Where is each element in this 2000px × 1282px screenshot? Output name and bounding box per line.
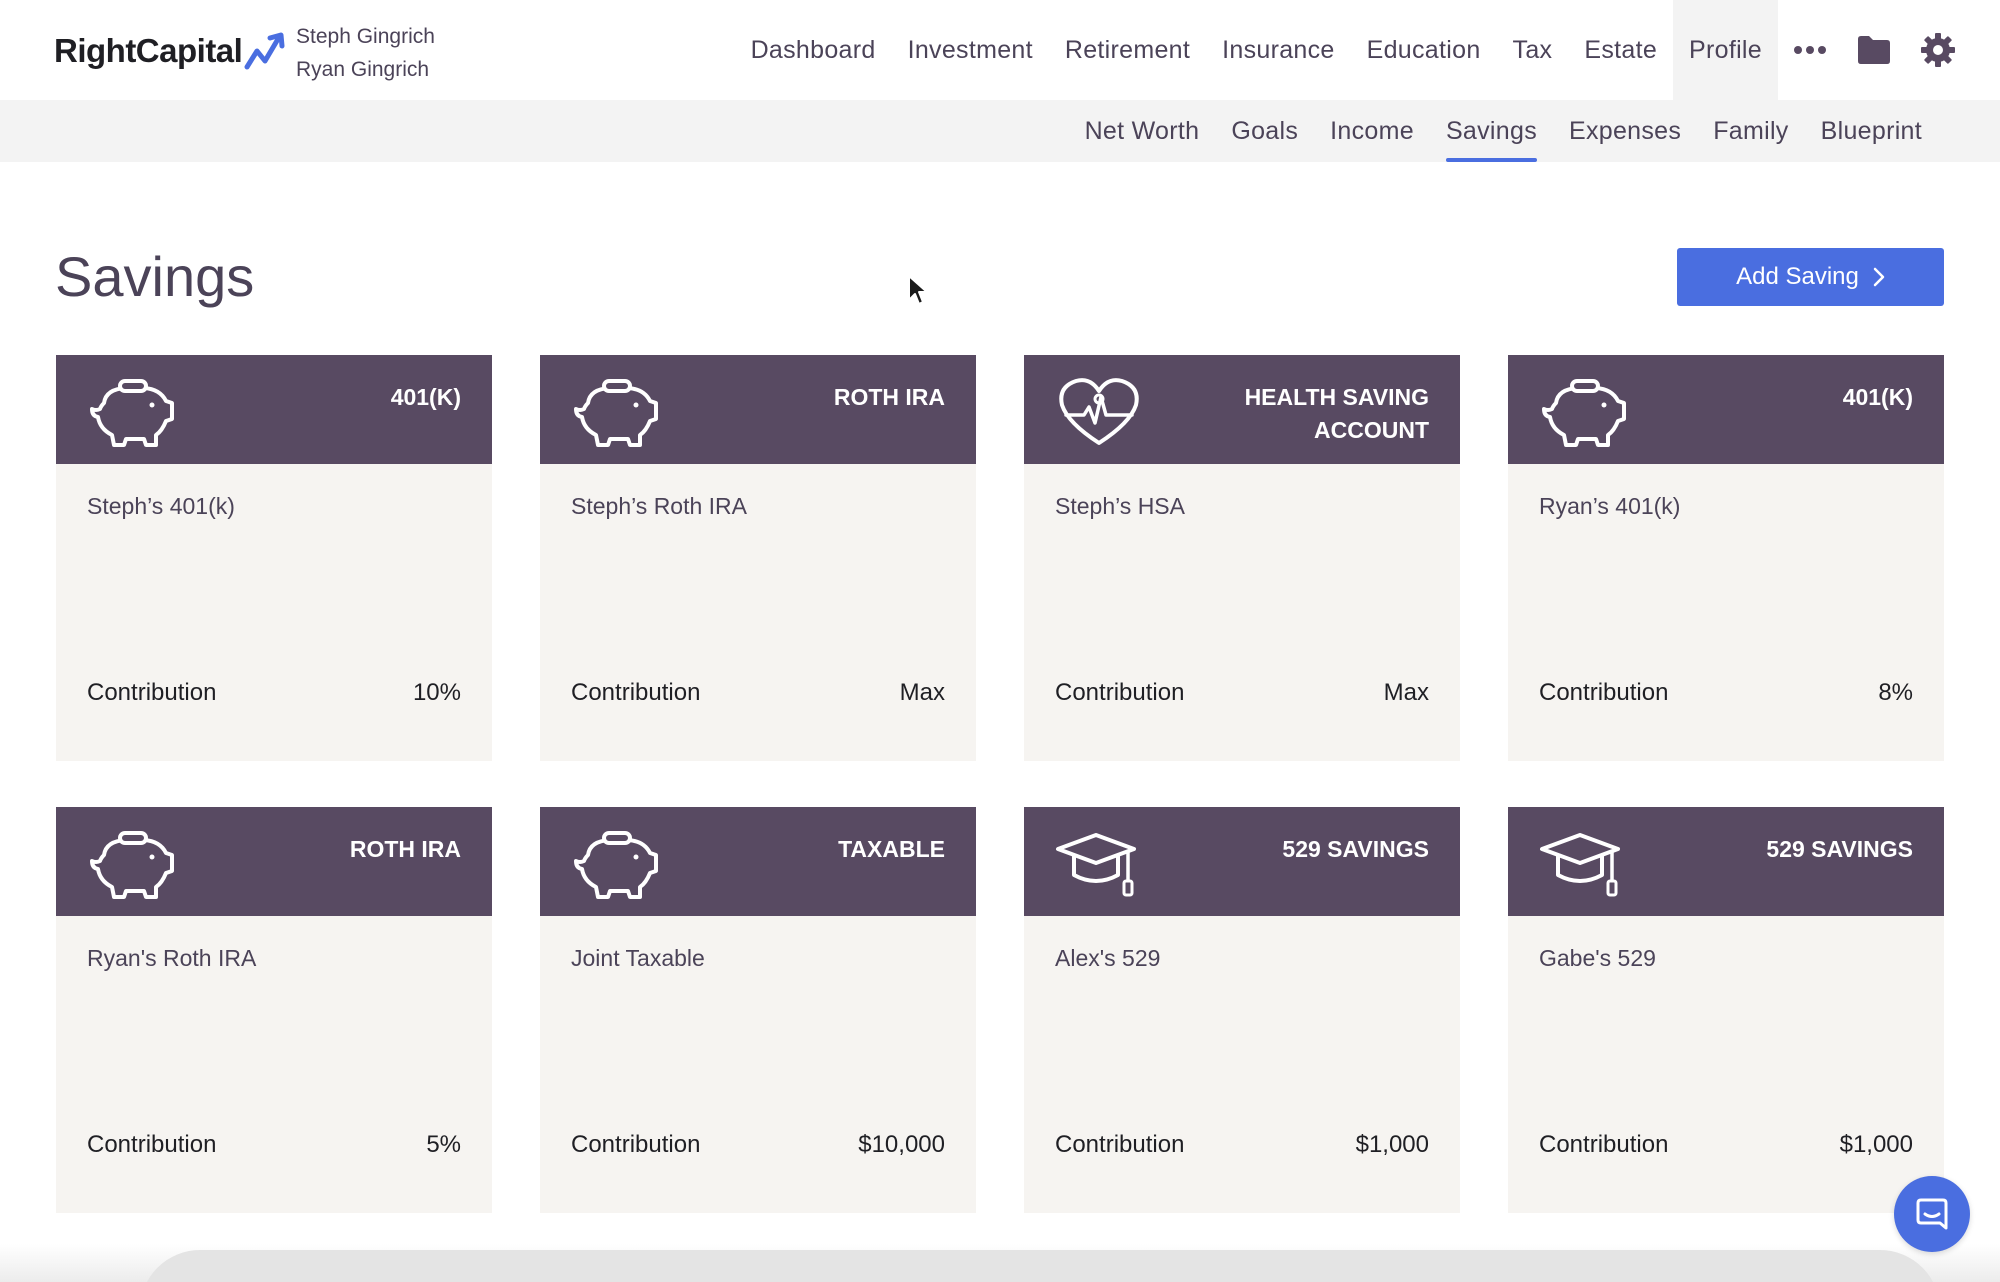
saving-card[interactable]: TAXABLE Joint Taxable Contribution $10,0… [540, 807, 976, 1213]
card-contribution-label: Contribution [571, 679, 701, 706]
piggy-bank-icon [90, 379, 174, 447]
page-title: Savings [55, 245, 255, 308]
sub-nav: Net Worth Goals Income Savings Expenses … [1069, 100, 1938, 162]
card-contribution-label: Contribution [1539, 1131, 1669, 1158]
card-contribution-value: 5% [426, 1131, 461, 1158]
client-name-2: Ryan Gingrich [296, 58, 430, 81]
nav-investment[interactable]: Investment [892, 0, 1049, 100]
card-type: ROTH IRA [349, 836, 461, 862]
chat-icon [1916, 1198, 1948, 1230]
subnav-family[interactable]: Family [1697, 100, 1804, 162]
card-header: ROTH IRA [540, 355, 976, 464]
logo-text: RightCapital [54, 32, 243, 69]
card-type: 401(K) [1842, 384, 1913, 410]
piggy-bank-icon [574, 831, 658, 899]
card-header: ROTH IRA [56, 807, 492, 916]
graduation-cap-icon [1540, 833, 1620, 897]
mouse-cursor-icon [908, 275, 928, 305]
card-account-name: Steph’s HSA [1055, 493, 1185, 519]
card-contribution-value: 10% [412, 679, 461, 706]
nav-dashboard[interactable]: Dashboard [735, 0, 892, 100]
nav-education[interactable]: Education [1351, 0, 1497, 100]
card-contribution-label: Contribution [1055, 1131, 1185, 1158]
card-header: TAXABLE [540, 807, 976, 916]
card-contribution-label: Contribution [1539, 679, 1669, 706]
saving-card[interactable]: 401(K) Ryan’s 401(k) Contribution 8% [1508, 355, 1944, 761]
card-header: HEALTH SAVING ACCOUNT [1024, 355, 1460, 464]
chevron-right-icon [1873, 267, 1885, 287]
piggy-bank-icon [90, 831, 174, 899]
card-account-name: Steph’s 401(k) [87, 493, 235, 519]
card-header: 529 SAVINGS [1024, 807, 1460, 916]
card-contribution-value: $1,000 [1839, 1131, 1913, 1158]
client-name-1: Steph Gingrich [296, 25, 435, 48]
subnav-net-worth[interactable]: Net Worth [1069, 100, 1216, 162]
card-header: 401(K) [56, 355, 492, 464]
chat-launcher-button[interactable] [1894, 1176, 1970, 1252]
card-type: TAXABLE [838, 836, 945, 862]
nav-insurance[interactable]: Insurance [1206, 0, 1351, 100]
card-contribution-value: $10,000 [858, 1131, 945, 1158]
add-saving-button[interactable]: Add Saving [1677, 248, 1944, 306]
nav-estate[interactable]: Estate [1568, 0, 1673, 100]
logo[interactable]: RightCapital [54, 28, 288, 74]
card-type: HEALTH SAVING ACCOUNT [1244, 384, 1429, 443]
card-account-name: Steph’s Roth IRA [571, 493, 748, 519]
subnav-expenses[interactable]: Expenses [1553, 100, 1697, 162]
card-contribution-value: Max [1383, 679, 1429, 706]
more-icon[interactable] [1778, 0, 1842, 100]
top-bar: RightCapital Steph Gingrich Ryan Gingric… [0, 0, 2000, 100]
card-account-name: Gabe's 529 [1539, 945, 1656, 971]
subnav-savings[interactable]: Savings [1430, 100, 1553, 162]
card-contribution-value: Max [899, 679, 945, 706]
sub-nav-bar: Net Worth Goals Income Savings Expenses … [0, 100, 2000, 162]
bottom-panel-edge [140, 1250, 1940, 1282]
subnav-blueprint[interactable]: Blueprint [1805, 100, 1938, 162]
card-contribution-label: Contribution [87, 1131, 217, 1158]
graduation-cap-icon [1056, 833, 1136, 897]
saving-card[interactable]: ROTH IRA Steph’s Roth IRA Contribution M… [540, 355, 976, 761]
nav-tax[interactable]: Tax [1497, 0, 1569, 100]
card-contribution-value: 8% [1878, 679, 1913, 706]
card-account-name: Ryan’s 401(k) [1539, 493, 1681, 519]
card-type: ROTH IRA [833, 384, 945, 410]
nav-retirement[interactable]: Retirement [1049, 0, 1206, 100]
nav-profile[interactable]: Profile [1673, 0, 1778, 100]
saving-card[interactable]: 529 SAVINGS Gabe's 529 Contribution $1,0… [1508, 807, 1944, 1213]
folder-icon[interactable] [1842, 0, 1906, 100]
card-account-name: Alex's 529 [1055, 945, 1161, 971]
subnav-goals[interactable]: Goals [1215, 100, 1314, 162]
main-nav: Dashboard Investment Retirement Insuranc… [735, 0, 1970, 100]
add-saving-label: Add Saving [1736, 263, 1859, 290]
subnav-income[interactable]: Income [1314, 100, 1430, 162]
card-account-name: Ryan's Roth IRA [87, 945, 257, 971]
card-contribution-value: $1,000 [1355, 1131, 1429, 1158]
client-names: Steph Gingrich Ryan Gingrich [296, 20, 435, 86]
saving-card[interactable]: 529 SAVINGS Alex's 529 Contribution $1,0… [1024, 807, 1460, 1213]
card-type: 401(K) [390, 384, 461, 410]
piggy-bank-icon [1542, 379, 1626, 447]
trend-arrow-icon [244, 32, 285, 70]
gear-icon[interactable] [1906, 0, 1970, 100]
card-type: 529 SAVINGS [1766, 836, 1913, 862]
piggy-bank-icon [574, 379, 658, 447]
saving-card[interactable]: 401(K) Steph’s 401(k) Contribution 10% [56, 355, 492, 761]
card-header: 529 SAVINGS [1508, 807, 1944, 916]
card-account-name: Joint Taxable [571, 945, 705, 971]
saving-card[interactable]: ROTH IRA Ryan's Roth IRA Contribution 5% [56, 807, 492, 1213]
card-header: 401(K) [1508, 355, 1944, 464]
saving-card[interactable]: HEALTH SAVING ACCOUNT Steph’s HSA Contri… [1024, 355, 1460, 761]
card-type: 529 SAVINGS [1282, 836, 1429, 862]
heart-pulse-icon [1059, 378, 1139, 445]
card-contribution-label: Contribution [87, 679, 217, 706]
card-contribution-label: Contribution [571, 1131, 701, 1158]
card-contribution-label: Contribution [1055, 679, 1185, 706]
